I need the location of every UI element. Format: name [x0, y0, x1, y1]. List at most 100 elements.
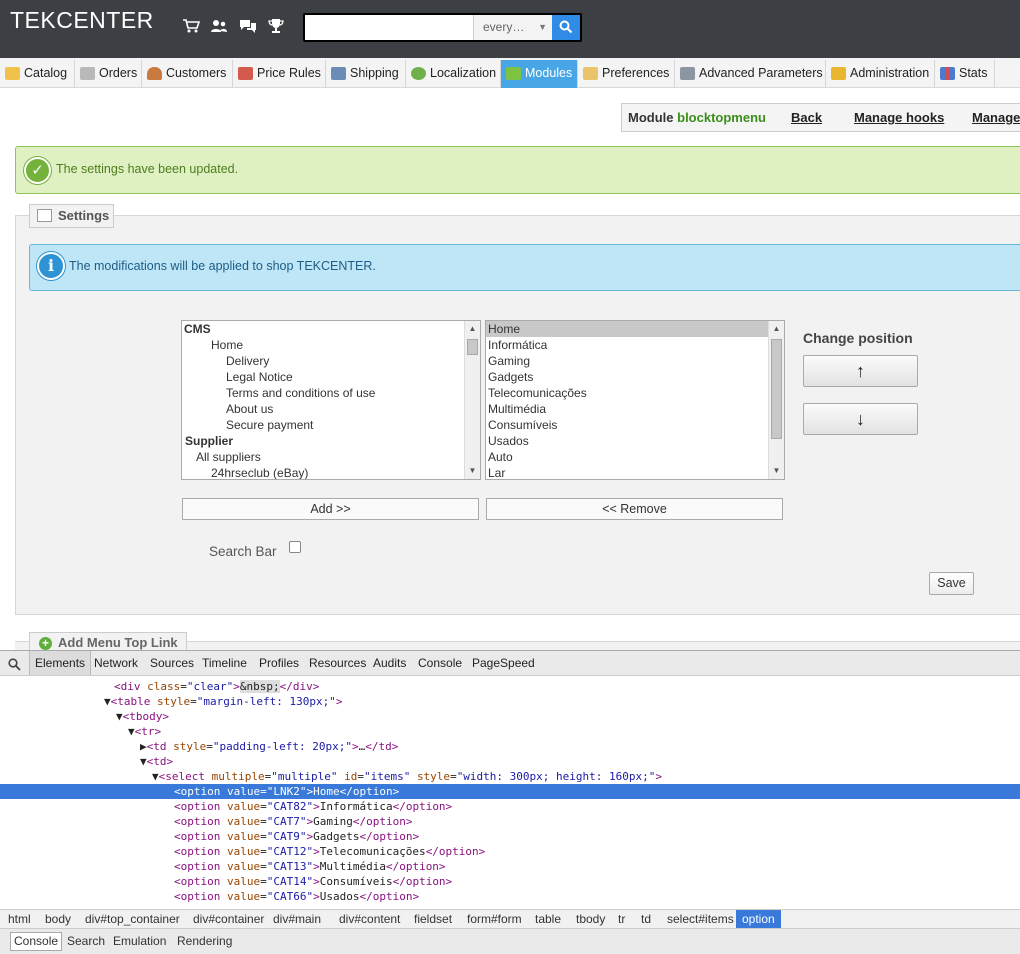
- tab-advanced-parameters[interactable]: Advanced Parameters: [675, 60, 826, 88]
- breadcrumb-item[interactable]: html: [7, 910, 32, 928]
- manage-hooks-link[interactable]: Manage hooks: [854, 104, 944, 131]
- save-button[interactable]: Save: [929, 572, 974, 595]
- drawer-tab-emulation[interactable]: Emulation: [113, 929, 166, 953]
- list-item[interactable]: 24hrseclub (eBay): [182, 465, 480, 479]
- list-item[interactable]: Informática: [486, 337, 784, 353]
- list-item[interactable]: Auto: [486, 449, 784, 465]
- remove-button[interactable]: << Remove: [486, 498, 783, 520]
- devtools-tab-audits[interactable]: Audits: [373, 651, 406, 675]
- breadcrumb-item[interactable]: div#top_container: [84, 910, 181, 928]
- dom-node[interactable]: <option value="CAT66">Usados</option>: [0, 889, 1020, 904]
- dom-node[interactable]: <option value="CAT7">Gaming</option>: [0, 814, 1020, 829]
- breadcrumb-item[interactable]: tr: [617, 910, 626, 928]
- dom-node[interactable]: ▼<select multiple="multiple" id="items" …: [0, 769, 1020, 784]
- dom-node[interactable]: <option value="CAT13">Multimédia</option…: [0, 859, 1020, 874]
- dom-node[interactable]: ▼<tbody>: [0, 709, 1020, 724]
- dom-node[interactable]: <option value="CAT82">Informática</optio…: [0, 799, 1020, 814]
- list-item[interactable]: All suppliers: [182, 449, 480, 465]
- tab-modules[interactable]: Modules: [501, 60, 578, 88]
- list-item[interactable]: Lar: [486, 465, 784, 479]
- back-link[interactable]: Back: [791, 104, 822, 131]
- dom-node[interactable]: <div class="clear">&nbsp;</div>: [0, 679, 1020, 694]
- tab-stats[interactable]: Stats: [935, 60, 995, 88]
- messages-icon[interactable]: [239, 18, 257, 34]
- breadcrumb-item[interactable]: option: [736, 910, 781, 928]
- customers-icon[interactable]: [210, 18, 228, 34]
- devtools-tab-timeline[interactable]: Timeline: [202, 651, 247, 675]
- drawer-tab-rendering[interactable]: Rendering: [177, 929, 232, 953]
- list-item[interactable]: Terms and conditions of use: [182, 385, 480, 401]
- cart-icon[interactable]: [182, 18, 201, 34]
- breadcrumb-item[interactable]: table: [534, 910, 562, 928]
- tab-shipping[interactable]: Shipping: [326, 60, 406, 88]
- add-button[interactable]: Add >>: [182, 498, 479, 520]
- list-item[interactable]: Consumíveis: [486, 417, 784, 433]
- dom-node[interactable]: <option value="CAT9">Gadgets</option>: [0, 829, 1020, 844]
- scrollbar[interactable]: ▲ ▼: [464, 321, 480, 479]
- breadcrumb-item[interactable]: div#content: [338, 910, 401, 928]
- devtools-tab-sources[interactable]: Sources: [150, 651, 194, 675]
- dom-node[interactable]: ▼<td>: [0, 754, 1020, 769]
- scroll-down-icon[interactable]: ▼: [465, 464, 480, 478]
- dom-node[interactable]: <option value="CAT12">Telecomunicações</…: [0, 844, 1020, 859]
- shop-brand[interactable]: TEKCENTER: [10, 7, 154, 34]
- scrollbar-thumb[interactable]: [467, 339, 478, 355]
- search-bar-checkbox[interactable]: [289, 541, 301, 553]
- drawer-tab-console[interactable]: Console: [10, 932, 63, 951]
- drawer-tab-search[interactable]: Search: [67, 929, 105, 953]
- list-item[interactable]: Telecomunicações: [486, 385, 784, 401]
- list-item[interactable]: Gaming: [486, 353, 784, 369]
- list-item[interactable]: Supplier: [182, 433, 480, 449]
- devtools-tab-profiles[interactable]: Profiles: [259, 651, 299, 675]
- devtools-tab-pagespeed[interactable]: PageSpeed: [472, 651, 535, 675]
- dom-node-selected[interactable]: <option value="LNK2">Home</option>: [0, 784, 1020, 799]
- list-item[interactable]: Secure payment: [182, 417, 480, 433]
- breadcrumb-item[interactable]: div#container: [192, 910, 265, 928]
- move-down-button[interactable]: ↓: [803, 403, 918, 435]
- tab-catalog[interactable]: Catalog: [0, 60, 75, 88]
- manage-link[interactable]: Manage: [972, 104, 1020, 131]
- list-item[interactable]: About us: [182, 401, 480, 417]
- devtools-tab-network[interactable]: Network: [94, 651, 138, 675]
- scrollbar[interactable]: ▲ ▼: [768, 321, 784, 479]
- tab-localization[interactable]: Localization: [406, 60, 501, 88]
- breadcrumb-item[interactable]: td: [640, 910, 652, 928]
- breadcrumb-item[interactable]: select#items: [666, 910, 735, 928]
- tab-orders[interactable]: Orders: [75, 60, 142, 88]
- scroll-up-icon[interactable]: ▲: [465, 322, 480, 336]
- search-scope-select[interactable]: every… ▼: [473, 15, 552, 40]
- list-item[interactable]: Multimédia: [486, 401, 784, 417]
- dom-node[interactable]: ▼<table style="margin-left: 130px;">: [0, 694, 1020, 709]
- breadcrumb-item[interactable]: body: [44, 910, 72, 928]
- devtools-tab-console[interactable]: Console: [418, 651, 462, 675]
- scroll-down-icon[interactable]: ▼: [769, 464, 784, 478]
- list-item[interactable]: Legal Notice: [182, 369, 480, 385]
- breadcrumb-item[interactable]: form#form: [466, 910, 523, 928]
- breadcrumb-item[interactable]: fieldset: [413, 910, 453, 928]
- breadcrumb-item[interactable]: div#main: [272, 910, 322, 928]
- list-item-selected[interactable]: Home: [486, 321, 768, 337]
- trophy-icon[interactable]: [267, 18, 285, 34]
- scroll-up-icon[interactable]: ▲: [769, 322, 784, 336]
- list-item[interactable]: Usados: [486, 433, 784, 449]
- available-items-list[interactable]: CMS Home Delivery Legal Notice Terms and…: [181, 320, 481, 480]
- dom-node[interactable]: ▼<tr>: [0, 724, 1020, 739]
- devtools-tab-resources[interactable]: Resources: [309, 651, 366, 675]
- list-item[interactable]: Gadgets: [486, 369, 784, 385]
- search-input[interactable]: [305, 15, 473, 40]
- search-button[interactable]: [552, 15, 580, 40]
- tab-administration[interactable]: Administration: [826, 60, 935, 88]
- scrollbar-thumb[interactable]: [771, 339, 782, 439]
- tab-price-rules[interactable]: Price Rules: [233, 60, 326, 88]
- list-item[interactable]: Delivery: [182, 353, 480, 369]
- dom-node[interactable]: ▶<td style="padding-left: 20px;">…</td>: [0, 739, 1020, 754]
- list-item[interactable]: CMS: [182, 321, 480, 337]
- inspect-icon[interactable]: [8, 655, 21, 679]
- move-up-button[interactable]: ↑: [803, 355, 918, 387]
- selected-items-list[interactable]: Home Informática Gaming Gadgets Telecomu…: [485, 320, 785, 480]
- list-item[interactable]: Home: [182, 337, 480, 353]
- breadcrumb-item[interactable]: tbody: [575, 910, 606, 928]
- devtools-tab-elements[interactable]: Elements: [29, 651, 92, 675]
- tab-customers[interactable]: Customers: [142, 60, 233, 88]
- tab-preferences[interactable]: Preferences: [578, 60, 675, 88]
